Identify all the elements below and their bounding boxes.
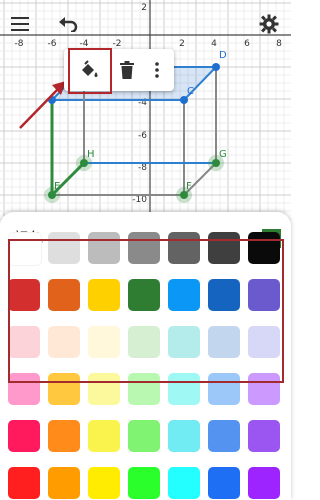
color-palette: [8, 232, 288, 500]
color-swatch[interactable]: [208, 467, 240, 499]
color-swatch[interactable]: [168, 232, 200, 264]
x-tick-label: 2: [179, 39, 185, 49]
y-tick-label: 2: [141, 3, 147, 13]
label-h: H: [87, 149, 95, 160]
color-swatch[interactable]: [8, 326, 40, 358]
color-swatch[interactable]: [248, 467, 280, 499]
label-e: E: [54, 181, 60, 192]
color-swatch[interactable]: [48, 232, 80, 264]
color-swatch[interactable]: [88, 326, 120, 358]
x-tick-label: 6: [244, 39, 250, 49]
color-swatch[interactable]: [208, 373, 240, 405]
color-swatch[interactable]: [168, 420, 200, 452]
color-swatch[interactable]: [88, 279, 120, 311]
color-swatch[interactable]: [208, 326, 240, 358]
x-tick-label: 4: [211, 39, 217, 49]
color-swatch[interactable]: [168, 279, 200, 311]
color-swatch[interactable]: [48, 326, 80, 358]
color-swatch[interactable]: [48, 467, 80, 499]
color-swatch[interactable]: [168, 467, 200, 499]
label-c: C: [187, 86, 194, 97]
color-swatch[interactable]: [128, 467, 160, 499]
color-swatch[interactable]: [208, 420, 240, 452]
undo-icon[interactable]: [57, 12, 81, 36]
color-sheet: 颜色: [0, 212, 291, 500]
color-swatch[interactable]: [128, 279, 160, 311]
x-tick-label: -4: [80, 39, 89, 49]
point-c: [180, 96, 188, 104]
color-swatch[interactable]: [8, 373, 40, 405]
color-swatch[interactable]: [88, 232, 120, 264]
x-tick-label: 8: [276, 39, 282, 49]
color-swatch[interactable]: [128, 232, 160, 264]
color-swatch[interactable]: [128, 326, 160, 358]
label-d: D: [219, 50, 227, 61]
color-swatch[interactable]: [128, 420, 160, 452]
label-f: F: [186, 181, 192, 192]
x-tick-label: -6: [48, 39, 57, 49]
graph-canvas[interactable]: -8-6-4-224682-2-4-6-8-10 D C H G E F: [0, 0, 291, 220]
style-popup: [64, 49, 174, 91]
color-swatch[interactable]: [168, 326, 200, 358]
color-swatch[interactable]: [48, 373, 80, 405]
x-tick-label: -2: [113, 39, 122, 49]
color-swatch[interactable]: [8, 420, 40, 452]
color-swatch[interactable]: [8, 279, 40, 311]
point-d: [212, 63, 220, 71]
color-swatch[interactable]: [248, 279, 280, 311]
color-swatch[interactable]: [248, 232, 280, 264]
color-swatch[interactable]: [248, 326, 280, 358]
color-swatch[interactable]: [48, 279, 80, 311]
color-swatch[interactable]: [88, 373, 120, 405]
menu-icon[interactable]: [8, 12, 32, 36]
color-swatch[interactable]: [168, 373, 200, 405]
color-swatch[interactable]: [128, 373, 160, 405]
color-swatch[interactable]: [8, 467, 40, 499]
y-tick-label: -6: [138, 131, 147, 141]
y-tick-label: -8: [138, 163, 147, 173]
paint-bucket-icon[interactable]: [74, 55, 104, 85]
color-swatch[interactable]: [208, 279, 240, 311]
color-swatch[interactable]: [208, 232, 240, 264]
color-swatch[interactable]: [248, 420, 280, 452]
color-swatch[interactable]: [88, 467, 120, 499]
x-tick-label: -8: [15, 39, 24, 49]
label-g: G: [219, 149, 227, 160]
color-swatch[interactable]: [88, 420, 120, 452]
gear-icon[interactable]: [257, 12, 281, 36]
color-swatch[interactable]: [48, 420, 80, 452]
color-swatch[interactable]: [8, 232, 42, 266]
color-swatch[interactable]: [248, 373, 280, 405]
more-vertical-icon[interactable]: [142, 55, 172, 85]
y-tick-label: -10: [132, 195, 147, 205]
trash-icon[interactable]: [112, 55, 142, 85]
